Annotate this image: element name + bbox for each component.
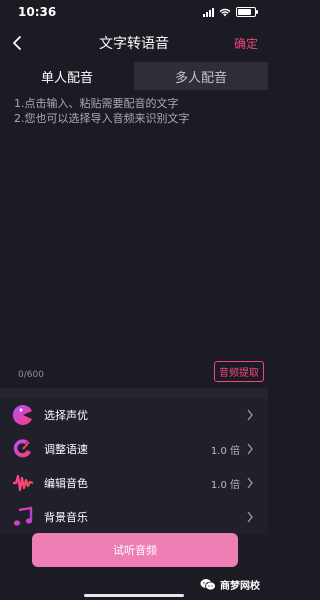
music-note-icon	[12, 506, 34, 528]
watermark-text: 商梦网校	[220, 581, 260, 592]
option-timbre[interactable]: 编辑音色 1.0 倍	[0, 466, 268, 500]
chevron-right-icon	[247, 511, 253, 523]
status-time: 10:36	[18, 5, 57, 19]
signal-icon	[203, 7, 214, 17]
page-title: 文字转语音	[99, 36, 169, 52]
tab-bar: 单人配音 多人配音	[0, 62, 268, 90]
back-arrow-icon[interactable]	[8, 33, 28, 53]
timbre-icon	[12, 472, 34, 494]
options-list: 选择声优 调整语速 1.0 倍 编辑音色 1.0 倍 背景音乐	[0, 398, 268, 534]
option-value: 1.0 倍	[210, 479, 240, 491]
chevron-right-icon	[247, 477, 253, 489]
input-hint: 1.点击输入、粘贴需要配音的文字 2.您也可以选择导入音频来识别文字	[14, 97, 190, 125]
option-value: 1.0 倍	[210, 445, 240, 457]
voice-actor-icon	[12, 404, 34, 426]
chevron-right-icon	[247, 409, 253, 421]
battery-icon	[236, 7, 258, 17]
option-background-music[interactable]: 背景音乐	[0, 500, 268, 534]
status-icons	[203, 7, 258, 17]
tab-multi-voice[interactable]: 多人配音	[134, 62, 268, 90]
try-listen-button[interactable]: 试听音频	[32, 533, 238, 567]
wechat-icon	[200, 579, 216, 591]
wifi-icon	[219, 8, 231, 16]
option-label: 调整语速	[44, 443, 88, 456]
speed-icon	[12, 438, 34, 460]
option-label: 背景音乐	[44, 511, 88, 524]
tab-single-voice[interactable]: 单人配音	[0, 62, 134, 90]
char-counter: 0/600	[18, 370, 44, 380]
section-divider	[0, 388, 268, 398]
watermark: 商梦网校	[200, 577, 260, 592]
option-voice-actor[interactable]: 选择声优	[0, 398, 268, 432]
confirm-button[interactable]: 确定	[234, 35, 258, 52]
home-indicator	[84, 594, 184, 597]
chevron-right-icon	[247, 443, 253, 455]
option-label: 选择声优	[44, 409, 88, 422]
audio-extract-button[interactable]: 音频提取	[214, 361, 264, 382]
option-label: 编辑音色	[44, 477, 88, 490]
nav-bar: 文字转语音 确定	[0, 24, 268, 62]
text-input-area[interactable]: 1.点击输入、粘贴需要配音的文字 2.您也可以选择导入音频来识别文字 0/600…	[0, 90, 268, 388]
option-speed[interactable]: 调整语速 1.0 倍	[0, 432, 268, 466]
status-bar: 10:36	[0, 0, 268, 24]
